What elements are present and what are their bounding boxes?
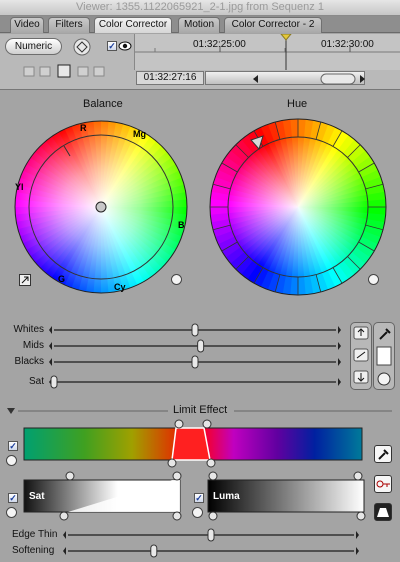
mids-label: Mids [22, 340, 44, 351]
balance-label-yl: Yl [15, 182, 24, 192]
hue-limit-range[interactable] [22, 418, 366, 470]
limit-key-button[interactable] [374, 475, 392, 493]
keyframe-timeline-ruler[interactable]: 01:32:25:00 01:32:30:00 [134, 34, 400, 70]
level-sliders[interactable] [48, 320, 344, 390]
sat-limit-range[interactable] [22, 470, 186, 522]
blacks-label: Blacks [14, 356, 44, 367]
hue-reset-radio[interactable] [368, 274, 379, 285]
luma-limit-radio[interactable] [192, 507, 203, 518]
luma-limit-checkbox[interactable]: ✓ [194, 493, 204, 503]
tab-color-corrector[interactable]: Color Corrector [94, 17, 172, 33]
keyframe-controls-icons[interactable] [22, 64, 112, 80]
sat-limit-checkbox[interactable]: ✓ [8, 493, 18, 503]
sat-slider-label: Sat [28, 376, 44, 387]
hue-limit-checkbox[interactable]: ✓ [8, 441, 18, 451]
luma-range-label: Luma [213, 491, 240, 502]
blacks-slider-knob[interactable] [191, 355, 199, 369]
balance-title: Balance [83, 98, 123, 110]
whites-label: Whites [13, 324, 44, 335]
balance-label-mg: Mg [133, 129, 146, 139]
matte-view-icon [377, 508, 389, 517]
balance-label-cy: Cy [114, 282, 126, 292]
edge-thin-slider-knob[interactable] [207, 528, 215, 542]
hue-limit-radio[interactable] [6, 455, 17, 466]
balance-reset-icon[interactable] [19, 274, 31, 286]
softening-label: Softening [12, 545, 55, 556]
balance-label-b: B [178, 220, 185, 230]
current-timecode-field[interactable]: 01:32:27:16 [136, 71, 204, 85]
softening-slider-knob[interactable] [150, 544, 158, 558]
balance-reset-radio[interactable] [171, 274, 182, 285]
limit-view-button[interactable] [374, 503, 392, 521]
window-title-bar: Viewer: 1355.1122065921_2-1.jpg from Seq… [0, 0, 400, 16]
sat-limit-radio[interactable] [6, 507, 17, 518]
limit-eyedropper-button[interactable] [374, 445, 392, 463]
auto-balance-tools [350, 322, 372, 390]
sat-range-label: Sat [29, 491, 45, 502]
numeric-button[interactable]: Numeric [5, 38, 62, 55]
balance-label-g: G [58, 274, 65, 284]
color-picker-tools [373, 322, 395, 390]
scrollbar-icons [253, 73, 365, 85]
sat-slider-knob[interactable] [50, 375, 58, 389]
auto-level-icons[interactable] [351, 323, 371, 389]
visibility-eye-icon[interactable] [118, 40, 132, 52]
edge-sliders[interactable] [62, 526, 362, 558]
mids-slider-knob[interactable] [197, 339, 205, 353]
keyframe-navigation-icon[interactable] [72, 37, 92, 57]
hue-title: Hue [287, 98, 308, 110]
tab-video[interactable]: Video [10, 17, 44, 33]
tab-color-corrector-2[interactable]: Color Corrector - 2 [224, 17, 322, 33]
whites-slider-knob[interactable] [191, 323, 199, 337]
balance-color-wheel[interactable]: R Mg Yl B G Cy [8, 114, 198, 304]
limit-effect-disclosure-icon [7, 408, 15, 414]
timeline-ticks [135, 34, 400, 70]
tab-bar: Video Filters Color Corrector Motion Col… [0, 16, 400, 33]
balance-label-r: R [80, 123, 87, 133]
tab-filters[interactable]: Filters [48, 17, 90, 33]
hue-color-wheel[interactable] [203, 114, 393, 304]
key-icon [376, 480, 390, 488]
window-title: Viewer: 1355.1122065921_2-1.jpg from Seq… [76, 1, 324, 13]
timeline-scrollbar[interactable] [205, 71, 365, 85]
eyedropper-icon[interactable] [374, 323, 394, 389]
limit-eyedropper-icon [378, 449, 389, 460]
limit-effect-title: Limit Effect [173, 404, 228, 416]
edge-thin-label: Edge Thin [12, 529, 58, 540]
tab-motion[interactable]: Motion [178, 17, 220, 33]
enable-checkbox[interactable]: ✓ [107, 41, 117, 51]
filter-toolbar: Numeric ✓ 01:32:25:00 01:32:30:00 01:32:… [0, 34, 400, 90]
